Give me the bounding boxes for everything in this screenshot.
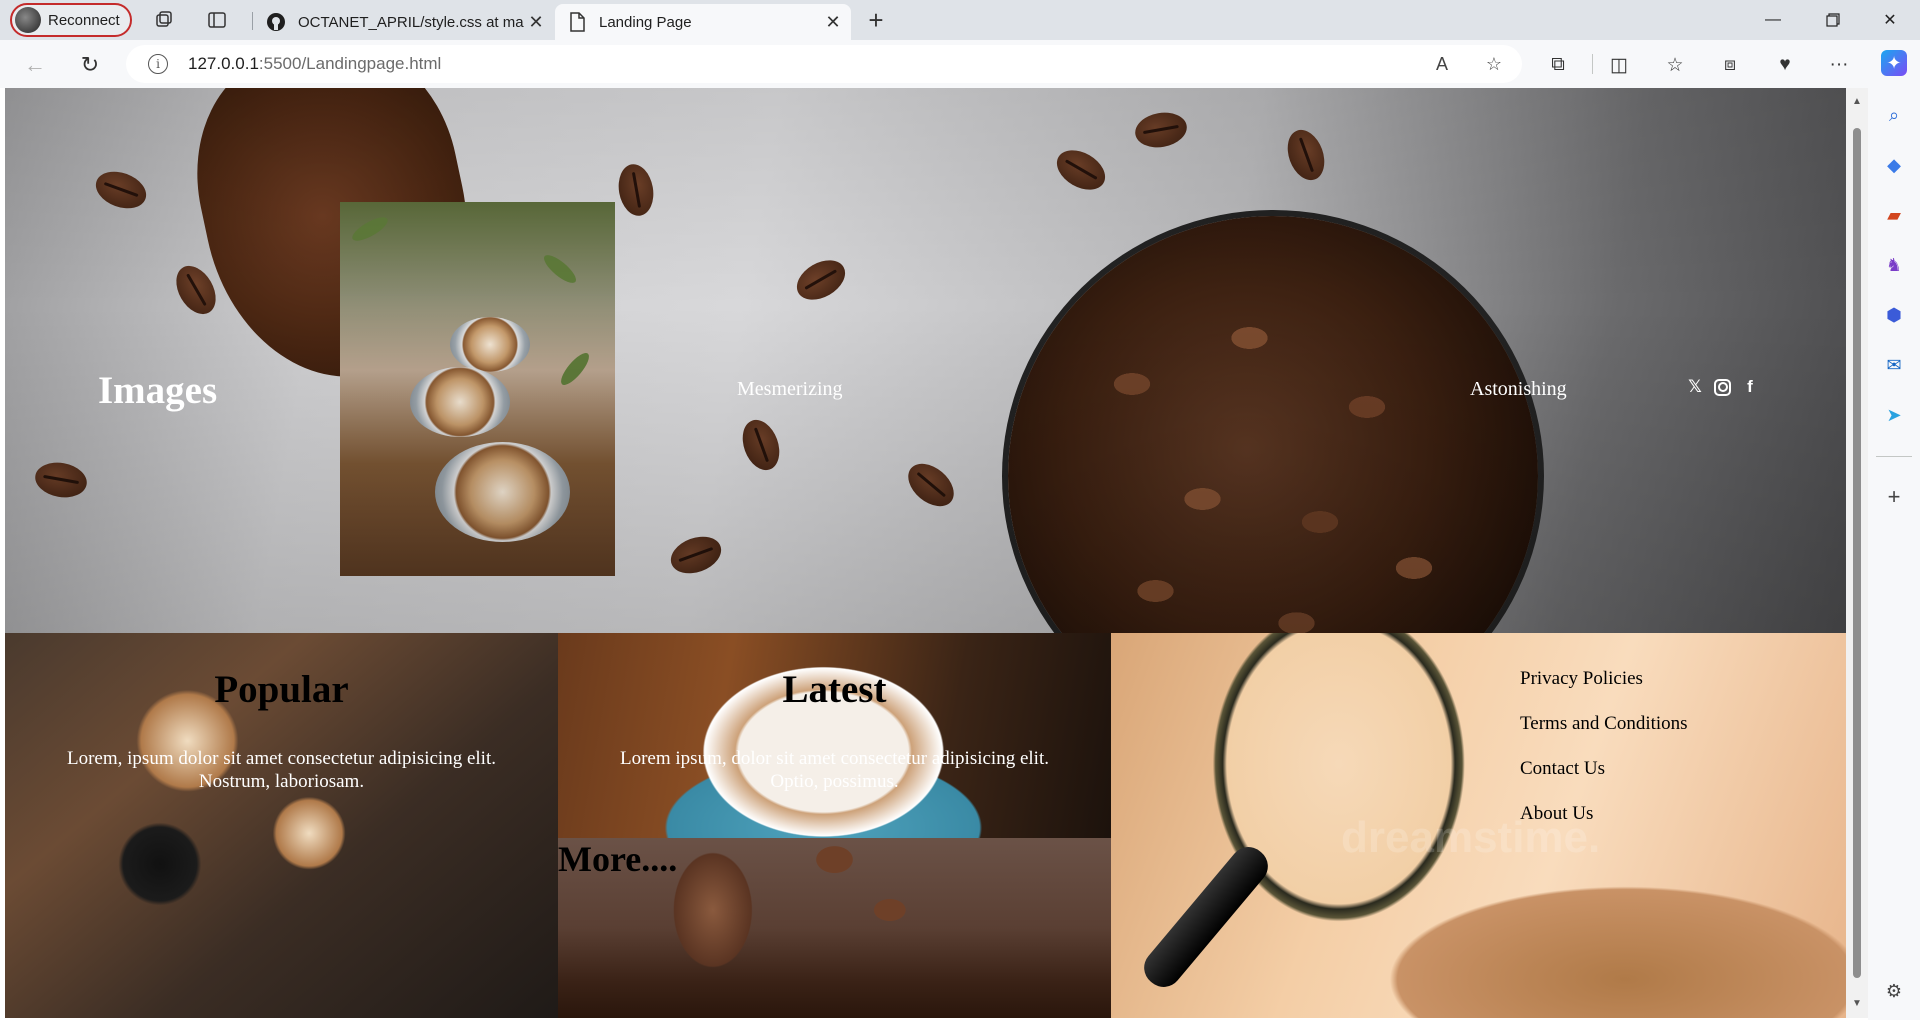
popular-text: Lorem, ipsum dolor sit amet consectetur …: [67, 748, 496, 792]
latest-title: Latest: [782, 668, 887, 711]
x-icon[interactable]: 𝕏: [1686, 377, 1704, 397]
more-menu-icon[interactable]: ···: [1826, 52, 1852, 78]
facebook-icon[interactable]: f: [1741, 377, 1759, 396]
profile-label: Reconnect: [48, 11, 120, 29]
privacy-policies-link[interactable]: Privacy Policies: [1520, 668, 1688, 694]
tab-github[interactable]: OCTANET_APRIL/style.css at main ✕: [258, 4, 554, 40]
address-bar[interactable]: i 127.0.0.1:5500/Landingpage.html A ☆: [126, 45, 1522, 83]
footer-links: Privacy Policies Terms and Conditions Co…: [1520, 668, 1688, 848]
site-info-icon[interactable]: i: [148, 54, 168, 74]
instagram-icon[interactable]: [1714, 378, 1731, 396]
magnifying-glass-image: [1136, 839, 1276, 995]
nav-link-astonishing[interactable]: Astonishing: [1470, 378, 1567, 401]
add-app-icon[interactable]: +: [1881, 484, 1907, 510]
latest-text: Lorem ipsum, dolor sit amet consectetur …: [620, 748, 1049, 792]
scroll-up-icon[interactable]: ▲: [1850, 94, 1864, 108]
shopping-tag-icon[interactable]: ◆: [1881, 152, 1907, 178]
popular-title: Popular: [214, 668, 349, 711]
workspaces-icon[interactable]: [152, 8, 176, 32]
read-aloud-icon[interactable]: A: [1430, 52, 1454, 76]
brand-title[interactable]: Images: [98, 368, 217, 413]
more-section: More....: [558, 838, 1111, 1018]
new-tab-plus-icon[interactable]: +: [864, 5, 888, 35]
page-viewport: Images Mesmerizing Astonishing 𝕏 f Popul…: [5, 88, 1846, 1018]
split-screen-icon[interactable]: ◫: [1606, 52, 1632, 78]
browser-titlebar: Reconnect OCTANET_APRIL/style.css at mai…: [0, 0, 1920, 40]
outlook-icon[interactable]: ✉: [1881, 352, 1907, 378]
contact-us-link[interactable]: Contact Us: [1520, 758, 1688, 784]
nav-link-mesmerizing[interactable]: Mesmerizing: [737, 378, 843, 401]
window-close-icon[interactable]: ✕: [1862, 0, 1918, 40]
browser-essentials-icon[interactable]: ♥: [1772, 52, 1798, 78]
back-arrow-icon[interactable]: ←: [22, 52, 48, 78]
games-icon[interactable]: ♞: [1881, 252, 1907, 278]
terms-and-conditions-link[interactable]: Terms and Conditions: [1520, 713, 1688, 739]
settings-gear-icon[interactable]: ⚙: [1881, 978, 1907, 1004]
page-icon: [567, 12, 587, 32]
restore-icon[interactable]: [1805, 0, 1861, 40]
page-scrollbar[interactable]: ▲ ▼: [1846, 88, 1868, 1018]
favorite-star-icon[interactable]: ☆: [1482, 52, 1506, 76]
toolbar-separator: [1592, 54, 1593, 74]
copilot-icon[interactable]: ✦: [1881, 50, 1907, 76]
about-us-link[interactable]: About Us: [1520, 803, 1688, 829]
url-text: 127.0.0.1:5500/Landingpage.html: [188, 54, 442, 73]
profile-avatar: [15, 7, 41, 33]
sidebar-separator: [1876, 456, 1912, 457]
favorites-icon[interactable]: ☆: [1662, 52, 1688, 78]
minimize-icon[interactable]: —: [1745, 0, 1801, 40]
popular-section: Popular Lorem, ipsum dolor sit amet cons…: [5, 633, 558, 1018]
collections-icon[interactable]: ⧈: [1717, 52, 1743, 78]
hero-section: Images Mesmerizing Astonishing 𝕏 f: [5, 88, 1846, 633]
drop-icon[interactable]: ➤: [1881, 402, 1907, 428]
browser-toolbar: ← ↻ i 127.0.0.1:5500/Landingpage.html A …: [0, 40, 1920, 88]
tools-icon[interactable]: ▰: [1881, 202, 1907, 228]
search-icon[interactable]: ⌕: [1881, 102, 1907, 128]
more-title[interactable]: More....: [558, 838, 677, 880]
scroll-thumb[interactable]: [1853, 128, 1861, 978]
edge-sidebar: ✦ ⌕ ◆ ▰ ♞ ⬢ ✉ ➤ + ⚙: [1868, 50, 1920, 1020]
microsoft-365-icon[interactable]: ⬢: [1881, 302, 1907, 328]
hero-navigation: Images Mesmerizing Astonishing 𝕏 f: [5, 88, 1846, 633]
close-icon[interactable]: ✕: [821, 10, 845, 34]
tab-title: Landing Page: [599, 13, 692, 31]
social-icons: 𝕏 f: [1686, 377, 1759, 397]
tab-title: OCTANET_APRIL/style.css at main: [298, 13, 524, 31]
close-icon[interactable]: ✕: [524, 10, 548, 34]
scroll-down-icon[interactable]: ▼: [1850, 996, 1864, 1010]
extensions-icon[interactable]: ⧉: [1545, 52, 1571, 78]
tab-separator: [252, 12, 253, 30]
latest-section: Latest Lorem ipsum, dolor sit amet conse…: [558, 633, 1111, 838]
github-icon: [266, 12, 286, 32]
tab-landing-page[interactable]: Landing Page ✕: [555, 4, 851, 40]
profile-button[interactable]: Reconnect: [10, 3, 132, 37]
refresh-icon[interactable]: ↻: [77, 52, 103, 78]
vertical-tabs-icon[interactable]: [205, 8, 229, 32]
links-section: dreamstime. Privacy Policies Terms and C…: [1111, 633, 1846, 1018]
